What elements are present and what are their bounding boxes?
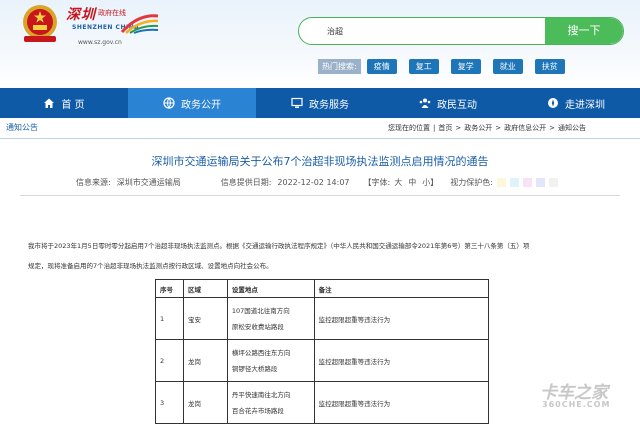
vision-color-swatch[interactable]: [496, 178, 506, 187]
paragraph: 规定，现将准备启用的7个治超非现场执法监测点按行政区域、设置地点向社会公布。: [28, 262, 273, 270]
table-header: 设置地点: [226, 279, 315, 298]
cell-area: 龙岗: [182, 381, 228, 424]
cell-location: 107国道北往南方向 原松安收费站路段: [226, 297, 315, 340]
main-nav: 首 页 政务公开 政务服务 政民互动 走进深圳: [0, 88, 640, 118]
search-input[interactable]: [327, 18, 547, 44]
globe-icon: [163, 97, 175, 109]
national-emblem-icon: [23, 5, 57, 42]
table-row: 1 宝安 107国道北往南方向 原松安收费站路段 监控超限超重等违法行为: [155, 297, 490, 340]
compass-icon: [548, 98, 558, 108]
watermark-url: 360CHE.COM: [542, 400, 611, 409]
cell-location: 丹平快速南往北方向 百合花卉市场路段: [226, 381, 315, 424]
breadcrumb-separator: >: [455, 124, 462, 132]
table-header-row: 序号 区域 设置地点 备注: [155, 279, 490, 298]
table-header: 备注: [313, 279, 490, 298]
site-url: www.sz.gov.cn: [78, 39, 122, 46]
divider: [20, 195, 620, 196]
cell-note: 监控超限超重等违法行为: [313, 381, 490, 424]
breadcrumb-prefix: 您现在的位置: [388, 124, 430, 132]
nav-item-label: 政务服务: [309, 99, 349, 111]
font-size-small[interactable]: 小: [422, 177, 430, 188]
search-bar: 搜一下: [298, 17, 624, 45]
watermark: 卡车之家 360CHE.COM: [540, 378, 636, 418]
search-button[interactable]: 搜一下: [545, 18, 623, 44]
breadcrumb: 您现在的位置 | 首页 > 政务公开 > 政府信息公开 > 通知公告: [388, 123, 589, 133]
hot-search-bar: 热门搜索: 疫情 复工 复学 就业 扶贫: [318, 58, 577, 74]
font-size-medium[interactable]: 中: [408, 177, 416, 188]
hot-search-item[interactable]: 疫情: [366, 58, 397, 74]
hot-search-item[interactable]: 复学: [450, 58, 481, 74]
site-header: 深圳 政府在线 SHENZHEN CHINA www.sz.gov.cn 搜一下…: [0, 0, 640, 88]
home-icon: [44, 98, 55, 108]
nav-item-label: 政民互动: [437, 99, 477, 111]
nav-item-interaction[interactable]: 政民互动: [384, 88, 512, 118]
nav-item-label: 走进深圳: [565, 99, 605, 111]
article-meta: 信息来源: 深圳市交通运输局 信息提供日期: 2022-12-02 14:07 …: [76, 177, 558, 188]
logo-chinese-text: 深圳: [66, 7, 96, 23]
location-line: 107国道北往南方向: [231, 306, 290, 315]
cell-note: 监控超限超重等违法行为: [313, 339, 490, 382]
people-icon: [419, 98, 431, 108]
date-value: 2022-12-02 14:07: [277, 178, 350, 187]
breadcrumb-item[interactable]: 政府信息公开: [504, 123, 546, 133]
cell-area: 宝安: [182, 297, 228, 340]
nav-item-gov-affairs[interactable]: 政务公开: [128, 88, 256, 118]
vision-color-swatch[interactable]: [548, 178, 558, 187]
table-row: 2 龙岗 横坪公路西往东方向 铜锣径大桥路段 监控超限超重等违法行为: [155, 339, 490, 382]
cell-no: 2: [155, 339, 184, 382]
source-value: 深圳市交通运输局: [116, 178, 181, 187]
vision-color-swatch[interactable]: [509, 178, 519, 187]
location-line: 横坪公路西往东方向: [231, 348, 291, 357]
hot-search-item[interactable]: 就业: [492, 58, 523, 74]
logo-swoosh-icon: [120, 14, 159, 34]
location-line: 铜锣径大桥路段: [231, 364, 278, 373]
hot-search-item[interactable]: 扶贫: [534, 58, 565, 74]
vision-color-swatch[interactable]: [535, 178, 545, 187]
breadcrumb-item[interactable]: 政务公开: [464, 123, 492, 133]
table-header: 区域: [182, 279, 228, 298]
monitor-icon: [291, 97, 303, 108]
font-size-end: 】: [430, 178, 439, 187]
hot-search-item[interactable]: 复工: [408, 58, 439, 74]
shenzhen-logo[interactable]: 深圳 政府在线 SHENZHEN CHINA: [66, 4, 159, 42]
nav-item-home[interactable]: 首 页: [0, 88, 128, 118]
cell-location: 横坪公路西往东方向 铜锣径大桥路段: [226, 339, 315, 382]
breadcrumb-separator: >: [495, 124, 502, 132]
cell-area: 龙岗: [182, 339, 228, 382]
nav-item-services[interactable]: 政务服务: [256, 88, 384, 118]
cell-no: 3: [155, 381, 184, 424]
vision-color-swatch[interactable]: [522, 178, 532, 187]
font-size-large[interactable]: 大: [394, 177, 402, 188]
vision-color-label: 视力保护色:: [450, 178, 493, 187]
location-line: 百合花卉市场路段: [231, 406, 284, 415]
breadcrumb-bar: 通知公告 您现在的位置 | 首页 > 政务公开 > 政府信息公开 > 通知公告: [0, 118, 640, 139]
breadcrumb-item[interactable]: 通知公告: [558, 123, 586, 133]
hot-search-label: 热门搜索:: [318, 58, 361, 74]
nav-item-label: 政务公开: [181, 99, 221, 111]
paragraph: 我市将于2023年1月5日零时零分起启用7个治超非现场执法监测点。根据《交通运输…: [28, 242, 530, 250]
table-header: 序号: [155, 279, 184, 298]
section-title: 通知公告: [6, 123, 38, 132]
location-line: 丹平快速南往北方向: [231, 390, 291, 399]
date-label: 信息提供日期:: [220, 178, 272, 187]
table-row: 3 龙岗 丹平快速南往北方向 百合花卉市场路段 监控超限超重等违法行为: [155, 381, 490, 424]
article-title: 深圳市交通运输局关于公布7个治超非现场执法监测点启用情况的通告: [151, 155, 489, 168]
location-line: 原松安收费站路段: [231, 322, 284, 331]
breadcrumb-item[interactable]: 首页: [438, 123, 452, 133]
breadcrumb-separator: >: [549, 124, 555, 132]
font-size-label: 【字体:: [363, 178, 391, 187]
article-body: 我市将于2023年1月5日零时零分起启用7个治超非现场执法监测点。根据《交通运输…: [28, 236, 608, 276]
cell-no: 1: [155, 297, 184, 340]
breadcrumb-separator: |: [433, 124, 436, 132]
monitoring-points-table: 序号 区域 设置地点 备注 1 宝安 107国道北往南方向 原松安收费站路段 监…: [155, 279, 490, 424]
cell-note: 监控超限超重等违法行为: [313, 297, 490, 340]
nav-item-label: 首 页: [61, 99, 85, 111]
nav-item-about-shenzhen[interactable]: 走进深圳: [512, 88, 640, 118]
source-label: 信息来源:: [76, 178, 111, 187]
